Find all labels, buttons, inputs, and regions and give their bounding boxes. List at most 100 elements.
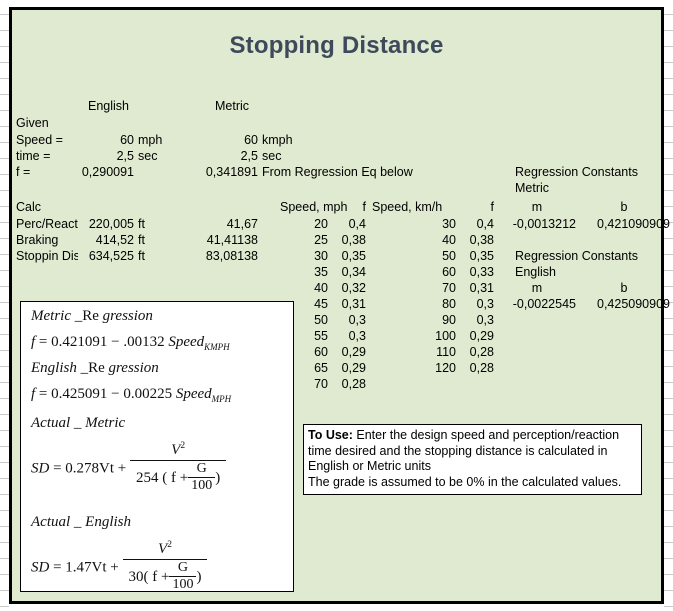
- formula-actual-english-title-word: Actual: [31, 514, 71, 530]
- table-kmh-row-f: 0,28: [469, 361, 494, 375]
- row-divider: [0, 574, 9, 575]
- row-divider: [0, 414, 9, 415]
- formula-actual-english-grade-fraction: G 100: [169, 560, 197, 591]
- formula-english-regression-var: Speed: [175, 386, 212, 402]
- given-row-2-metric-value: 0,341891: [205, 165, 258, 179]
- table-mph-row-f: 0,38: [341, 233, 366, 247]
- row-divider: [0, 590, 9, 591]
- formula-actual-metric-denominator-pre: 254 ( f +: [136, 469, 189, 486]
- row-divider: [0, 238, 9, 239]
- given-row-1-english-value[interactable]: 2,5: [72, 149, 134, 163]
- row-divider: [0, 110, 9, 111]
- table-kmh-header-speed: Speed, km/h: [372, 200, 443, 214]
- formula-actual-english-grade-num: G: [169, 560, 197, 577]
- formula-actual-english-sd: SD: [31, 559, 50, 576]
- table-mph-header-f: f: [362, 200, 366, 214]
- regression-metric-m-value: -0,0013212: [512, 217, 576, 231]
- calc-row-1-label: Braking: [16, 233, 59, 247]
- formula-actual-english-title-unit: English: [85, 514, 131, 530]
- row-divider: [0, 142, 9, 143]
- row-divider: [664, 606, 673, 607]
- table-kmh-row-speed: 120: [435, 361, 456, 375]
- row-divider: [664, 478, 673, 479]
- row-divider: [0, 46, 9, 47]
- row-divider: [664, 78, 673, 79]
- row-divider: [664, 430, 673, 431]
- given-row-0-english-value[interactable]: 60: [72, 133, 134, 147]
- given-row-0-metric-unit: kmph: [262, 133, 293, 147]
- formula-actual-english-denominator-post: ): [196, 568, 202, 585]
- regression-metric-title: Regression Constants: [515, 165, 638, 179]
- regression-metric-subtitle: Metric: [515, 181, 550, 195]
- formula-box: Metric _Re gression f = 0.421091 − .0013…: [20, 301, 294, 592]
- section-label-calc: Calc: [16, 200, 42, 214]
- row-divider: [0, 478, 9, 479]
- instructions-bold-prefix: To Use:: [308, 428, 353, 442]
- formula-actual-english-title-sep: _: [73, 514, 82, 530]
- row-divider: [0, 94, 9, 95]
- section-label-given: Given: [16, 116, 49, 130]
- calc-row-1-metric-value: 41,41138: [206, 233, 258, 247]
- formula-metric-regression-var: Speed: [168, 334, 205, 350]
- row-divider: [664, 62, 673, 63]
- row-divider: [0, 190, 9, 191]
- formula-metric-regression-subscript: KMPH: [204, 342, 230, 352]
- row-divider: [0, 270, 9, 271]
- row-divider: [664, 382, 673, 383]
- formula-actual-metric-fraction: V2 254 ( f + G 100): [130, 441, 227, 495]
- row-divider: [664, 142, 673, 143]
- instructions-line-4: The grade is assumed to be 0% in the cal…: [308, 474, 622, 489]
- row-divider: [664, 30, 673, 31]
- calc-row-0-label: Perc/React: [16, 217, 78, 231]
- regression-english-title: Regression Constants: [515, 249, 638, 263]
- calc-row-1-english-value: 414,52: [95, 233, 134, 247]
- row-divider: [664, 334, 673, 335]
- formula-metric-regression-title-prefix: _Re: [74, 308, 99, 324]
- row-divider: [664, 446, 673, 447]
- given-row-1-metric-value[interactable]: 2,5: [188, 149, 258, 163]
- formula-actual-metric-sd: SD: [31, 460, 50, 477]
- formula-actual-english-fraction: V2 30( f + G 100): [122, 540, 208, 591]
- row-divider: [0, 382, 9, 383]
- regression-english-header-m: m: [531, 281, 543, 295]
- row-divider: [664, 350, 673, 351]
- worksheet-panel: Stopping Distance English Metric Given S…: [9, 7, 670, 604]
- row-divider: [664, 158, 673, 159]
- formula-english-regression-subscript: MPH: [211, 394, 232, 404]
- formula-english-regression-title-prefix: _Re: [80, 360, 105, 376]
- row-divider: [0, 334, 9, 335]
- row-divider: [0, 302, 9, 303]
- row-divider: [0, 158, 9, 159]
- row-divider: [664, 542, 673, 543]
- row-divider: [0, 126, 9, 127]
- calc-row-0-english-unit: ft: [138, 217, 145, 231]
- row-divider: [0, 62, 9, 63]
- table-mph-row-f: 0,28: [341, 377, 366, 391]
- row-divider: [664, 14, 673, 15]
- row-divider: [0, 526, 9, 527]
- row-divider: [0, 78, 9, 79]
- row-divider: [0, 366, 9, 367]
- regression-metric-header-m: m: [531, 200, 543, 214]
- given-row-0-metric-value[interactable]: 60: [188, 133, 258, 147]
- formula-actual-metric-title-word: Actual: [31, 415, 71, 431]
- table-kmh-header-f: f: [490, 200, 494, 214]
- formula-metric-regression-title-suffix: gression: [102, 308, 153, 324]
- table-kmh-row-f: 0,4: [476, 217, 494, 231]
- table-kmh-row-speed: 60: [442, 265, 456, 279]
- column-header-english: English: [88, 99, 129, 113]
- formula-actual-metric-denominator: 254 ( f + G 100): [130, 461, 226, 495]
- given-row-2-english-value: 0,290091: [81, 165, 134, 179]
- table-mph-row-speed: 40: [314, 281, 328, 295]
- table-kmh-row-f: 0,38: [469, 233, 494, 247]
- given-row-1-english-unit: sec: [138, 149, 158, 163]
- regression-english-header-b: b: [620, 281, 628, 295]
- table-kmh-row-f: 0,29: [469, 329, 494, 343]
- table-kmh-row-f: 0,28: [469, 345, 494, 359]
- instructions-line-3: English or Metric units: [308, 459, 431, 473]
- table-mph-row-speed: 30: [314, 249, 328, 263]
- table-mph-row-f: 0,29: [341, 345, 366, 359]
- row-divider: [0, 558, 9, 559]
- formula-actual-english-denominator: 30( f + G 100): [123, 560, 208, 591]
- formula-actual-metric-title-unit: Metric: [85, 415, 126, 431]
